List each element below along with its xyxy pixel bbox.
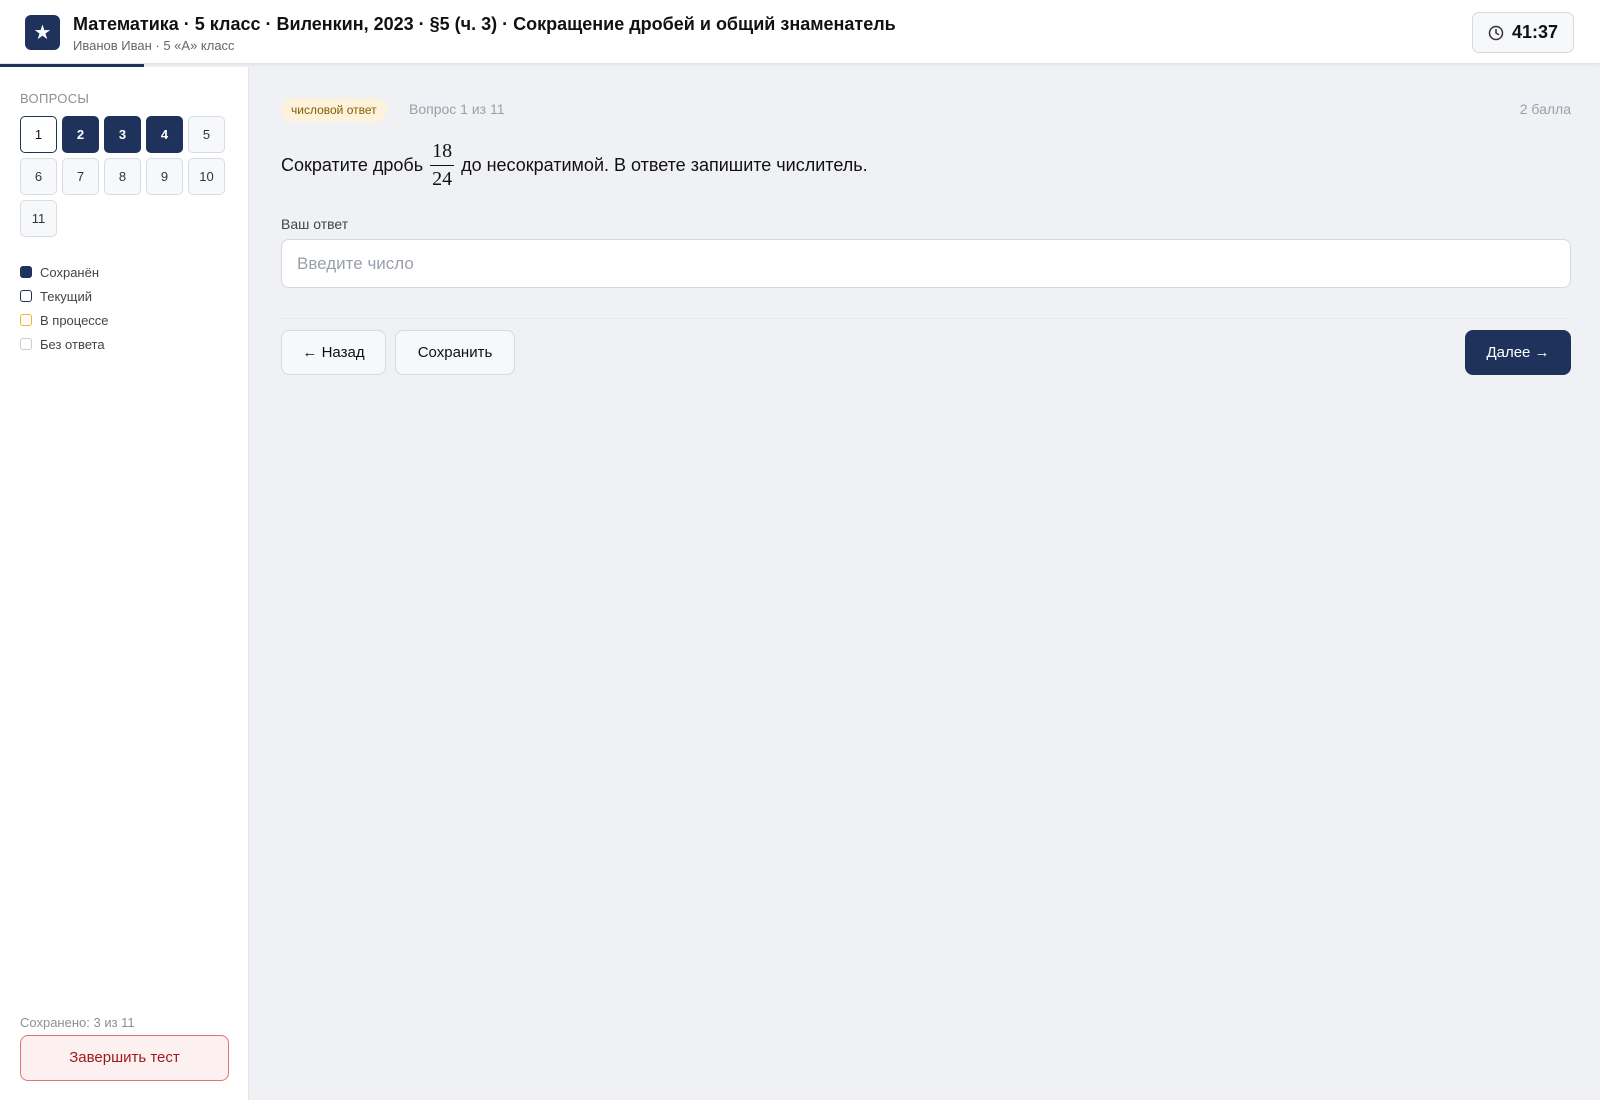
clock-icon [1488, 25, 1504, 41]
sidebar: ВОПРОСЫ 1 2 3 4 5 6 7 8 9 10 11 Сохранён Текущий В… [0, 67, 249, 1100]
answer-input[interactable] [281, 239, 1571, 288]
current-swatch-icon [20, 290, 32, 302]
question-nav-4[interactable]: 4 [146, 116, 183, 153]
question-number: Вопрос 1 из 11 [409, 101, 505, 117]
finish-test-button[interactable]: Завершить тест [20, 1035, 229, 1081]
saved-count: Сохранено: 3 из 11 [20, 1015, 135, 1030]
answer-label: Ваш ответ [281, 216, 349, 232]
legend-current: Текущий [20, 284, 109, 308]
question-nav-8[interactable]: 8 [104, 158, 141, 195]
question-nav-1[interactable]: 1 [20, 116, 57, 153]
fraction-denominator: 24 [432, 168, 453, 190]
question-nav-5[interactable]: 5 [188, 116, 225, 153]
question-nav-6[interactable]: 6 [20, 158, 57, 195]
question-nav-7[interactable]: 7 [62, 158, 99, 195]
top-bar: ★ Математика · 5 класс · Виленкин, 2023 … [0, 0, 1600, 64]
test-title: Математика · 5 класс · Виленкин, 2023 · … [73, 14, 896, 34]
question-type-badge: числовой ответ [281, 98, 387, 122]
divider [281, 318, 1571, 319]
question-text: Сократите дробь 18 24 до несократимой. В… [281, 140, 868, 190]
legend-saved: Сохранён [20, 260, 109, 284]
questions-heading: ВОПРОСЫ [20, 91, 90, 106]
saved-swatch-icon [20, 266, 32, 278]
legend-saved-label: Сохранён [40, 264, 100, 280]
question-nav-9[interactable]: 9 [146, 158, 183, 195]
student-info: Иванов Иван · 5 «А» класс [73, 38, 235, 53]
next-button[interactable]: Далее → [1465, 330, 1571, 375]
legend-no-answer-label: Без ответа [40, 336, 105, 352]
question-nav-2[interactable]: 2 [62, 116, 99, 153]
fraction-bar [430, 165, 455, 166]
question-text-after: до несократимой. В ответе запишите числи… [461, 154, 868, 175]
in-progress-swatch-icon [20, 314, 32, 326]
fraction-numerator: 18 [432, 140, 453, 162]
legend-in-progress-label: В процессе [40, 312, 109, 328]
question-points: 2 балла [1519, 101, 1571, 117]
legend: Сохранён Текущий В процессе Без ответа [20, 260, 109, 356]
legend-no-answer: Без ответа [20, 332, 109, 356]
question-nav-3[interactable]: 3 [104, 116, 141, 153]
fraction: 18 24 [430, 140, 455, 190]
save-button[interactable]: Сохранить [395, 330, 515, 375]
legend-current-label: Текущий [40, 288, 92, 304]
back-button[interactable]: ← Назад [281, 330, 386, 375]
star-logo-icon: ★ [25, 15, 60, 50]
timer-value: 41:37 [1511, 22, 1559, 42]
legend-in-progress: В процессе [20, 308, 109, 332]
timer: 41:37 [1472, 12, 1574, 53]
question-nav-11[interactable]: 11 [20, 200, 57, 237]
question-nav-10[interactable]: 10 [188, 158, 225, 195]
no-answer-swatch-icon [20, 338, 32, 350]
question-text-before: Сократите дробь [281, 154, 424, 175]
